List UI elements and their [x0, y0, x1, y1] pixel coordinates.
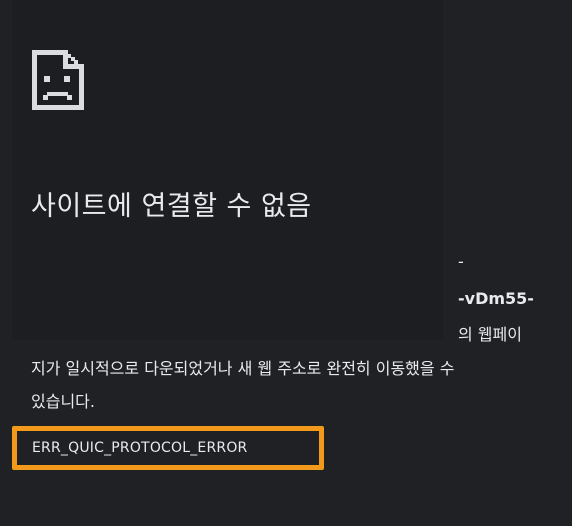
error-code: ERR_QUIC_PROTOCOL_ERROR	[32, 440, 248, 456]
error-description-line-1: 지가 일시적으로 다운되었거나 새 웹 주소로 완전히 이동했을 수	[31, 359, 455, 378]
url-fragment-3: 의 웹페이	[458, 325, 522, 344]
error-page: 사이트에 연결할 수 없음 - -vDm55- 의 웹페이 지가 일시적으로 다…	[0, 0, 572, 526]
url-fragment-2: -vDm55-	[458, 289, 534, 308]
sad-page-icon	[32, 50, 84, 110]
page-title: 사이트에 연결할 수 없음	[31, 191, 312, 222]
error-description-line-2: 있습니다.	[31, 392, 95, 411]
url-fragment-1: -	[458, 252, 464, 271]
